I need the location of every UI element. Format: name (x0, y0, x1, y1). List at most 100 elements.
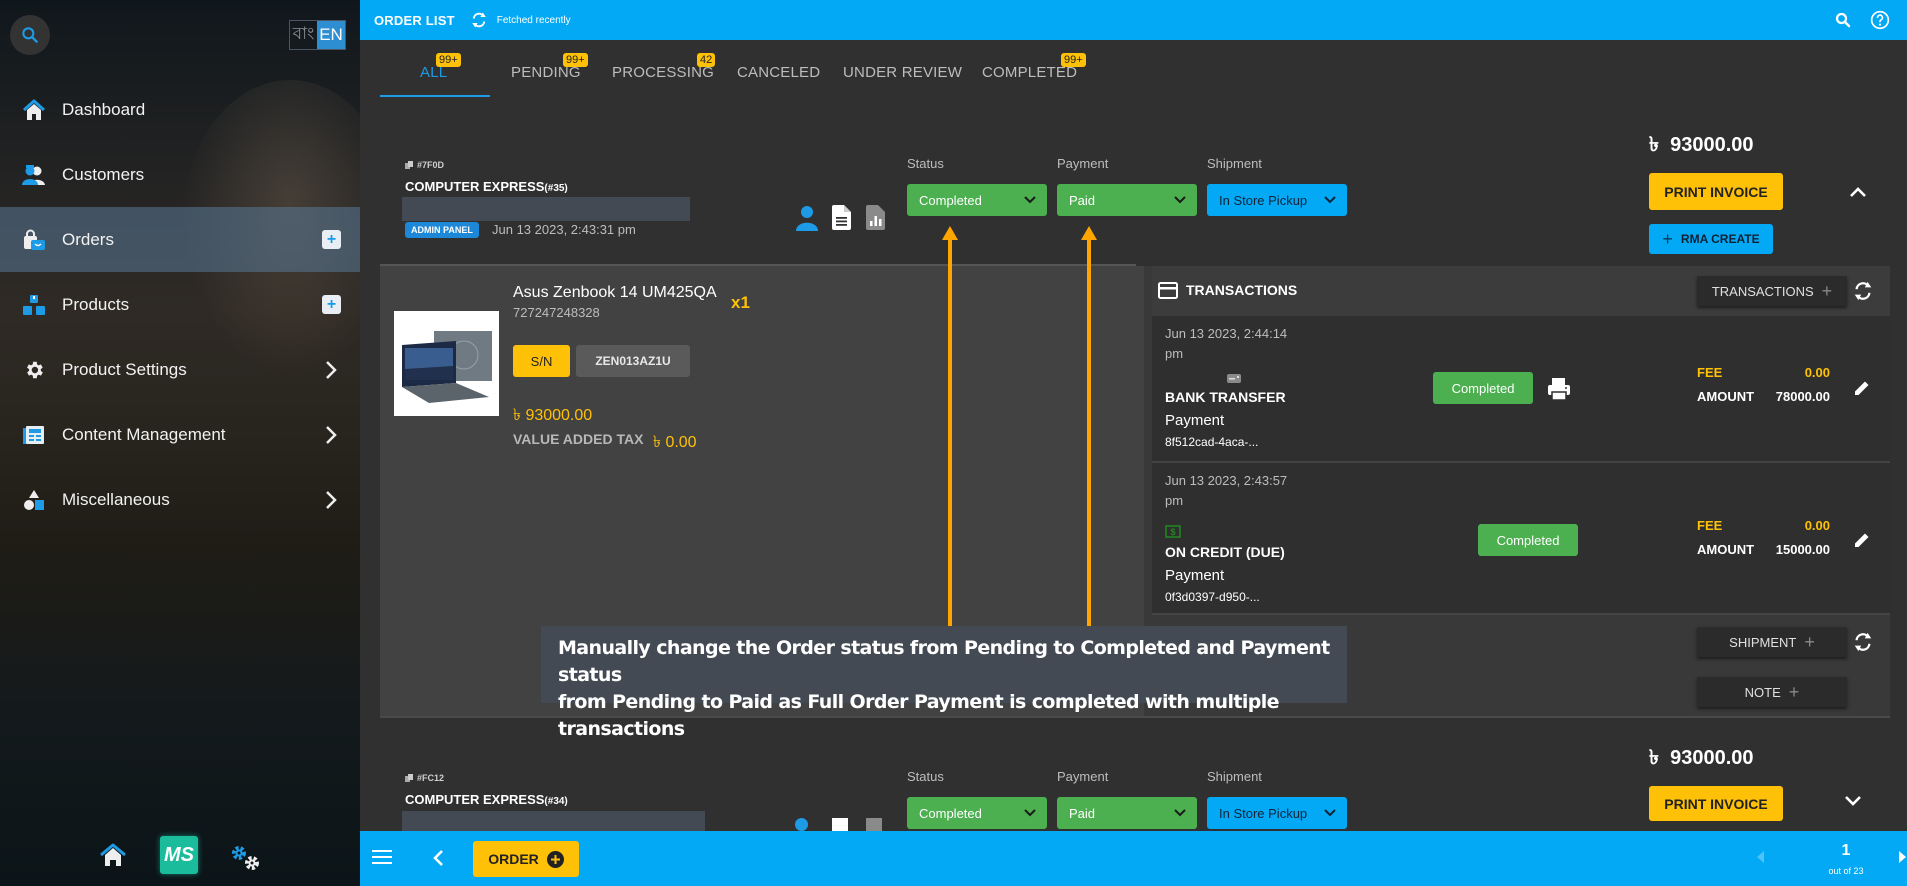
refresh-icon (1854, 632, 1872, 652)
customer-name[interactable]: COMPUTER EXPRESS(#35) (405, 179, 568, 194)
invoice-document-button[interactable] (832, 205, 851, 235)
shipment-label: Shipment (1207, 156, 1262, 171)
tab-badge: 99+ (1061, 53, 1086, 67)
sidebar-item-label: Miscellaneous (62, 489, 170, 509)
order-id-row: #7F0D (405, 160, 444, 170)
order-id: #7F0D (417, 160, 445, 170)
order-total-value: 93000.00 (1670, 747, 1754, 769)
document-icon[interactable] (832, 818, 848, 831)
copy-icon[interactable] (405, 774, 413, 782)
shipment-label: Shipment (1207, 769, 1262, 784)
transaction-reference[interactable]: 0f3d0397-d950-... (1165, 590, 1260, 604)
sidebar-item-products[interactable]: Products + (0, 272, 360, 337)
product-name[interactable]: Asus Zenbook 14 UM425QA (513, 284, 717, 302)
chart-document-icon[interactable] (866, 818, 882, 831)
bottom-bar: ORDER 1 out of 23 (360, 831, 1907, 886)
content-icon (21, 422, 47, 448)
customer-profile-button[interactable] (795, 205, 819, 236)
shipment-select[interactable]: In Store Pickup (1207, 184, 1347, 216)
add-order-button[interactable]: + (322, 230, 341, 249)
search-icon (1835, 12, 1851, 28)
chevron-left-icon (433, 850, 443, 866)
refresh-shipment-button[interactable] (1852, 631, 1874, 658)
transaction-status[interactable]: Completed (1478, 524, 1578, 556)
language-english[interactable]: EN (317, 21, 345, 49)
sidebar-item-content-management[interactable]: Content Management (0, 402, 360, 467)
person-icon[interactable] (795, 818, 808, 831)
settings-shortcut-button[interactable] (230, 844, 262, 877)
expand-order-button[interactable] (1844, 794, 1862, 812)
copy-icon[interactable] (405, 161, 413, 169)
sidebar-item-product-settings[interactable]: Product Settings (0, 337, 360, 402)
add-note-button[interactable]: NOTE + (1697, 677, 1847, 707)
collapse-order-button[interactable] (1849, 185, 1867, 203)
order-status-select[interactable]: Completed (907, 797, 1047, 829)
chevron-down-icon (1174, 196, 1186, 204)
annotation-arrow-payment (1087, 238, 1091, 626)
tab-canceled[interactable]: CANCELED (737, 64, 820, 81)
sidebar-item-label: Dashboard (62, 99, 146, 119)
chevron-right-icon (326, 360, 337, 379)
add-product-button[interactable]: + (322, 295, 341, 314)
menu-button[interactable] (372, 849, 392, 870)
serial-number-button[interactable]: S/N (513, 345, 570, 377)
sidebar-search-button[interactable] (10, 15, 50, 55)
sidebar-item-dashboard[interactable]: Dashboard (0, 77, 360, 142)
transaction-reference[interactable]: 8f512cad-4aca-... (1165, 435, 1258, 449)
rma-create-button[interactable]: + RMA CREATE (1649, 224, 1773, 254)
document-icon (832, 205, 851, 230)
new-order-button[interactable]: ORDER (473, 841, 579, 877)
app-logo[interactable]: MS (160, 836, 198, 874)
language-bengali[interactable]: বাং (290, 21, 317, 49)
sidebar-item-customers[interactable]: Customers (0, 142, 360, 207)
fee-value: 0.00 (1804, 518, 1830, 533)
edit-transaction-button[interactable] (1853, 531, 1871, 554)
order-source-badge: ADMIN PANEL (405, 222, 479, 238)
product-price-value: 93000.00 (525, 407, 593, 424)
add-transaction-button[interactable]: TRANSACTIONS + (1697, 276, 1847, 306)
status-label: Status (907, 156, 944, 171)
top-bar: ORDER LIST Fetched recently (360, 0, 1907, 40)
home-shortcut-button[interactable] (99, 842, 127, 873)
report-button[interactable] (866, 205, 885, 235)
add-shipment-button[interactable]: SHIPMENT + (1697, 627, 1847, 657)
shipment-select[interactable]: In Store Pickup (1207, 797, 1347, 829)
print-invoice-button[interactable]: PRINT INVOICE (1649, 786, 1783, 821)
print-receipt-button[interactable] (1546, 376, 1572, 407)
tab-under-review[interactable]: UNDER REVIEW (843, 64, 962, 81)
vat-label: VALUE ADDED TAX (513, 431, 644, 447)
product-image (394, 311, 499, 416)
payment-status-select[interactable]: Paid (1057, 184, 1197, 216)
refresh-button[interactable] (469, 11, 489, 29)
plus-icon: + (1662, 228, 1673, 249)
refresh-transactions-button[interactable] (1852, 280, 1874, 307)
orders-icon (21, 227, 47, 253)
sidebar-item-miscellaneous[interactable]: Miscellaneous (0, 467, 360, 532)
search-icon (22, 27, 38, 43)
sidebar: বাং EN Dashboard Customers Orders + Prod… (0, 0, 360, 886)
print-invoice-button[interactable]: PRINT INVOICE (1649, 173, 1783, 210)
chevron-down-icon (1024, 196, 1036, 204)
language-switch[interactable]: বাং EN (289, 20, 346, 50)
back-button[interactable] (432, 849, 444, 872)
home-icon (21, 97, 47, 123)
chevron-down-icon (1324, 196, 1336, 204)
amount-value: 15000.00 (1775, 542, 1830, 557)
customer-name[interactable]: COMPUTER EXPRESS(#34) (405, 792, 568, 807)
status-label: Status (907, 769, 944, 784)
sidebar-item-orders[interactable]: Orders + (0, 207, 360, 272)
vat-amount: ৳ 0.00 (653, 429, 697, 456)
help-button[interactable] (1870, 10, 1890, 35)
next-page-button[interactable] (1899, 850, 1906, 868)
edit-transaction-button[interactable] (1853, 379, 1871, 402)
payment-status-select[interactable]: Paid (1057, 797, 1197, 829)
order-status-select[interactable]: Completed (907, 184, 1047, 216)
plus-icon: + (1788, 681, 1800, 702)
currency-symbol: ৳ (1649, 134, 1659, 156)
previous-page-button[interactable] (1757, 850, 1764, 868)
serial-number-value: ZEN013AZ1U (576, 345, 690, 377)
product-quantity: x1 (731, 293, 750, 312)
vat-value: 0.00 (665, 434, 697, 451)
header-search-button[interactable] (1834, 11, 1852, 34)
transaction-status[interactable]: Completed (1433, 372, 1533, 404)
